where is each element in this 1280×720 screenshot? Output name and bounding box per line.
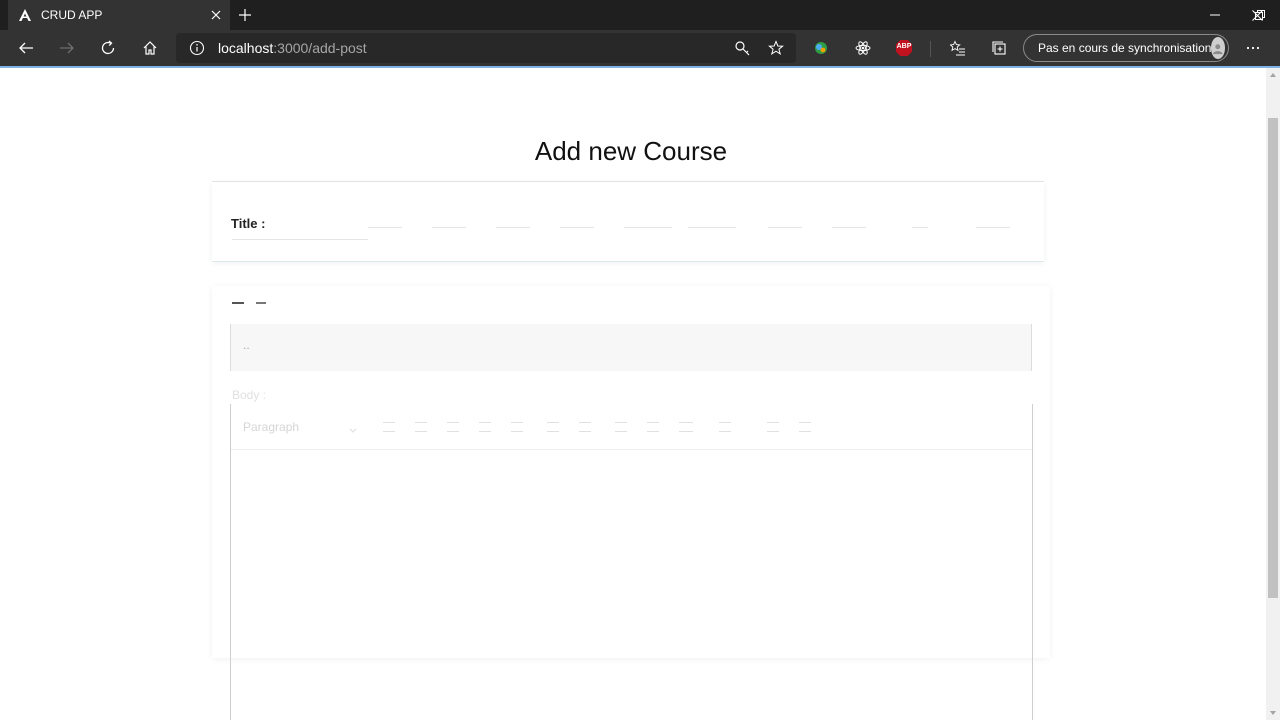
title-field-label: Title :: [231, 216, 266, 231]
browser-tab[interactable]: CRUD APP: [8, 0, 230, 30]
body-field-label: Body :: [232, 388, 267, 402]
toolbar-separator: [930, 41, 931, 57]
body-input-value: ..: [243, 338, 250, 352]
zoom-key-icon[interactable]: [734, 40, 750, 61]
page-viewport: Add new Course Title : .. Body : Paragra…: [0, 68, 1266, 720]
faded-line: [432, 227, 466, 228]
url-path: :3000/add-post: [273, 40, 367, 56]
page-scrollbar[interactable]: [1266, 68, 1280, 720]
tab-title: CRUD APP: [41, 8, 103, 22]
close-tab-icon[interactable]: [208, 7, 224, 23]
chevron-down-icon[interactable]: [349, 421, 357, 439]
italic-icon[interactable]: [415, 422, 427, 432]
undo-icon[interactable]: [767, 422, 779, 432]
scrollbar-thumb[interactable]: [1268, 118, 1278, 598]
faded-line: [496, 227, 530, 228]
collections-icon[interactable]: [989, 38, 1009, 58]
heading-select[interactable]: Paragraph: [243, 420, 299, 434]
site-info-icon[interactable]: [189, 40, 205, 61]
forward-icon[interactable]: [57, 38, 77, 58]
close-window-icon[interactable]: [1234, 0, 1280, 30]
url-host: localhost: [218, 40, 274, 56]
adblock-label: ABP: [896, 43, 912, 50]
faded-line: [976, 227, 1010, 228]
faded-line: [768, 227, 802, 228]
address-bar[interactable]: localhost:3000/add-post: [176, 33, 796, 63]
favorite-star-icon[interactable]: [768, 40, 784, 61]
extension-green-icon[interactable]: [811, 38, 831, 58]
faded-heading-mark: [232, 302, 244, 304]
faded-line: [624, 227, 672, 228]
align-center-icon[interactable]: [579, 422, 591, 432]
new-tab-icon[interactable]: [236, 6, 254, 24]
bulleted-list-icon[interactable]: [479, 422, 491, 432]
indent-icon[interactable]: [615, 422, 627, 432]
numbered-list-icon[interactable]: [511, 422, 523, 432]
image-icon[interactable]: [719, 422, 731, 432]
minimize-icon[interactable]: [1192, 0, 1238, 30]
faded-line: [368, 227, 402, 228]
angular-logo-icon: [17, 7, 33, 23]
url-text: localhost:3000/add-post: [218, 40, 367, 56]
title-input-underline[interactable]: [232, 239, 368, 240]
rich-text-editor[interactable]: Paragraph: [230, 404, 1033, 720]
link-icon[interactable]: [447, 422, 459, 432]
redo-icon[interactable]: [799, 422, 811, 432]
react-devtools-icon[interactable]: [853, 38, 873, 58]
editor-toolbar: Paragraph: [231, 404, 1032, 450]
title-card: [212, 182, 1044, 262]
bold-icon[interactable]: [383, 422, 395, 432]
back-icon[interactable]: [16, 38, 36, 58]
scroll-up-icon[interactable]: [1266, 68, 1280, 82]
body-input[interactable]: ..: [230, 324, 1032, 371]
profile-avatar-icon: [1211, 37, 1225, 59]
sync-status-button[interactable]: Pas en cours de synchronisation: [1023, 34, 1229, 62]
faded-line: [560, 227, 594, 228]
quote-icon[interactable]: [647, 422, 659, 432]
faded-line: [912, 227, 928, 228]
adblock-icon[interactable]: ABP: [894, 38, 914, 58]
tab-strip: CRUD APP: [0, 0, 1280, 30]
page-title: Add new Course: [534, 136, 728, 166]
favorites-list-icon[interactable]: [948, 38, 968, 58]
refresh-icon[interactable]: [98, 38, 118, 58]
home-icon[interactable]: [140, 38, 160, 58]
faded-line: [832, 227, 866, 228]
more-menu-icon[interactable]: [1243, 38, 1263, 58]
sync-status-label: Pas en cours de synchronisation: [1038, 41, 1212, 55]
faded-heading-mark: [256, 302, 266, 304]
faded-line: [688, 227, 736, 228]
table-icon[interactable]: [679, 422, 693, 432]
scroll-down-icon[interactable]: [1266, 706, 1280, 720]
align-left-icon[interactable]: [547, 422, 559, 432]
